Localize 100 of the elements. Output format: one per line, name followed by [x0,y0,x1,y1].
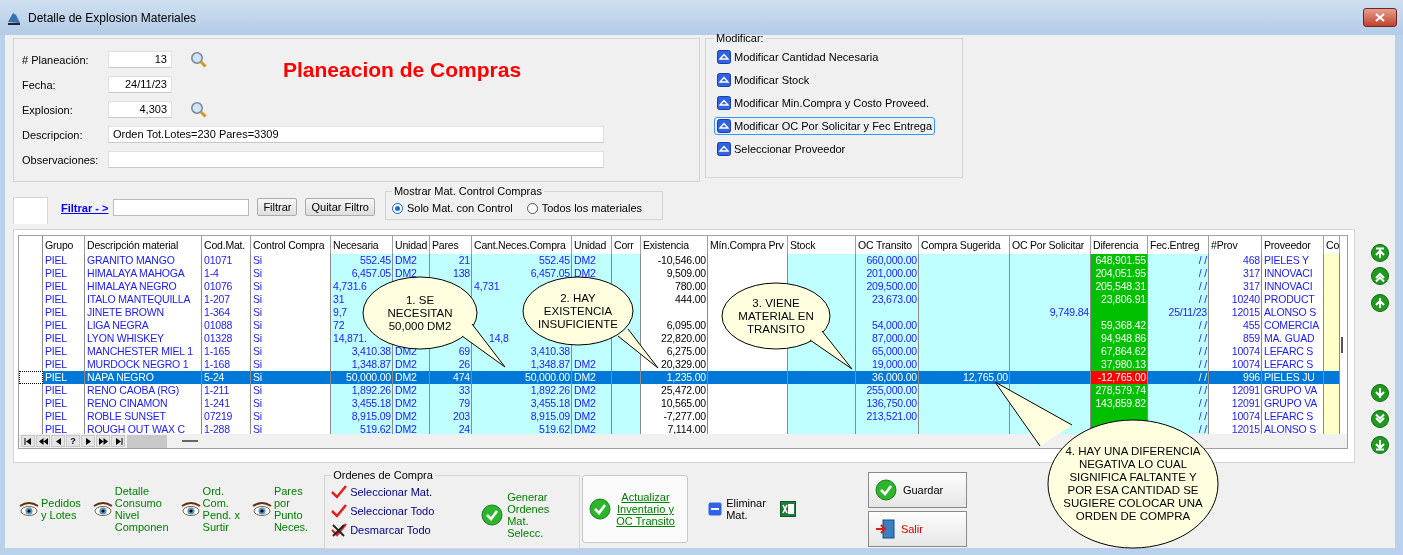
check-icon [589,498,612,520]
table-cell: 278,579.74 [1091,384,1148,397]
arrow-down-icon[interactable] [1371,410,1389,428]
nav-button[interactable] [36,435,50,447]
table-cell: / / [1148,410,1209,423]
table-cell [1324,384,1340,397]
table-cell: 203 [430,410,472,423]
scrollbar-thumb[interactable] [1341,337,1343,353]
option-link[interactable]: Seleccionar Proveedor [714,140,849,158]
exit-button[interactable]: Salir [867,510,967,547]
close-button[interactable] [1363,8,1397,27]
table-cell [788,384,856,397]
table-cell: 07219 [202,410,251,423]
generate-link[interactable]: Generar Ordenes Mat. Selecc. [481,481,550,548]
option-link[interactable]: Modificar Stock [714,71,813,89]
filter-link[interactable]: Filtrar - > [61,202,109,214]
minus-icon [708,502,723,516]
table-cell [788,371,856,384]
table-cell: 23,673.00 [856,293,919,306]
table-cell: 8,915.09 [472,410,572,423]
check-icon [481,503,504,526]
filter-field[interactable] [113,199,250,216]
table-cell: 25/11/23 [1148,306,1209,319]
arrow-down-icon[interactable] [1371,436,1389,454]
eye-icon [251,501,272,517]
radio-option[interactable]: Todos los materiales [526,202,642,214]
save-button[interactable]: Guardar [867,471,967,508]
filter-button[interactable]: Filtrar [257,198,298,216]
input-field[interactable]: 24/11/23 [108,76,172,93]
nav-button[interactable] [21,435,35,447]
table-cell: 205,548.31 [1091,280,1148,293]
input-field[interactable]: 13 [108,51,172,68]
table-cell: 01071 [202,254,251,267]
table-cell: Si [251,358,331,371]
input-field[interactable]: 4,303 [108,101,172,118]
input-field[interactable]: Orden Tot.Lotes=230 Pares=3309 [108,126,604,143]
action-link[interactable]: Ord. Com. Pend. x Surtir [180,485,240,533]
arrow-up-icon[interactable] [1371,294,1389,312]
option-link[interactable]: Modificar OC Por Solicitar y Fec Entrega [714,117,936,135]
table-cell: JINETE BROWN [85,306,202,319]
order-link[interactable]: Desmarcar Todo [331,523,482,537]
action-link[interactable]: Detalle Consumo Nivel Componen [92,485,169,533]
table-cell: 552.45 [472,254,572,267]
table-cell: 1,892.26 [331,384,393,397]
table-cell: 213,521.00 [856,410,919,423]
table-cell: PIEL [43,332,85,345]
table-cell: 552.45 [331,254,393,267]
table-cell: 23,806.91 [1091,293,1148,306]
table-cell: -12,765.00 [1091,371,1148,384]
filter-button[interactable]: Quitar Filtro [305,198,375,216]
table-cell: DM2 [572,371,612,384]
search-icon[interactable] [190,51,207,68]
table-cell: 1-364 [202,306,251,319]
action-link[interactable]: Pedidos y Lotes [19,497,81,521]
callout-text: 2. HAY EXISTENCIA INSUFICIENTE [538,291,618,331]
table-cell: / / [1148,332,1209,345]
last-icon [113,437,123,445]
radio-option[interactable]: Solo Mat. con Control [391,202,513,214]
table-cell: DM2 [393,384,430,397]
nav-button[interactable] [51,435,65,447]
eye-icon [92,501,113,517]
table-cell: LEFARC S [1262,358,1324,371]
table-cell: Si [251,306,331,319]
table-cell: INNOVACI [1262,280,1324,293]
table-cell [612,254,641,267]
nav-button[interactable] [96,435,110,447]
arrow-up-icon[interactable] [1371,244,1389,262]
update-button[interactable]: Actualizar Inventario y OC Transito [582,475,689,543]
order-link[interactable]: Seleccionar Todo [331,504,482,518]
field-label: # Planeación: [22,53,90,66]
table-cell: 21 [430,254,472,267]
table-cell: 01088 [202,319,251,332]
table-cell: 996 [1209,371,1262,384]
table-cell: 1,348.87 [472,358,572,371]
first-icon [23,437,33,445]
order-link[interactable]: Seleccionar Mat. [331,485,482,499]
search-icon[interactable] [190,101,207,118]
scrollbar-thumb[interactable] [182,440,198,442]
delete-link[interactable]: Eliminar Mat. [708,497,766,521]
table-cell: RENO CAOBA (RG) [85,384,202,397]
table-cell: INNOVACI [1262,267,1324,280]
input-field[interactable] [108,151,604,168]
spreadsheet-icon[interactable] [779,501,796,517]
nav-button[interactable] [111,435,125,447]
option-link[interactable]: Modificar Cantidad Necesaria [714,48,882,66]
table-cell: 01328 [202,332,251,345]
arrow-up-icon [717,96,731,110]
table-cell: PIEL [43,319,85,332]
table-cell: PIEL [43,345,85,358]
arrow-up-icon[interactable] [1371,267,1389,285]
table-cell: DM2 [572,254,612,267]
table-cell: 3,455.18 [472,397,572,410]
table-cell: LEFARC S [1262,410,1324,423]
help-button[interactable]: ? [66,435,80,447]
option-link[interactable]: Modificar Min.Compra y Costo Proveed. [714,94,932,112]
nav-button[interactable] [81,435,95,447]
action-link[interactable]: Pares por Punto Neces. [251,485,309,533]
table-cell: Si [251,384,331,397]
arrow-down-icon[interactable] [1371,384,1389,402]
row-indicator[interactable] [19,371,43,384]
